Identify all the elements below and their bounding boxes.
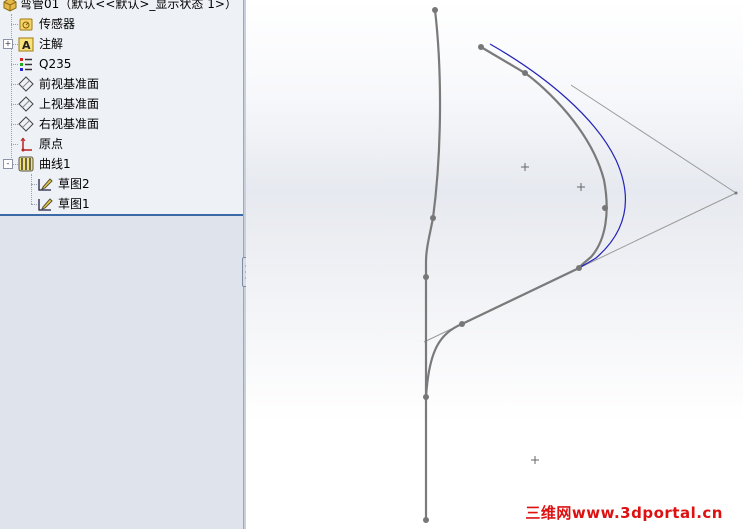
sketch-point[interactable] bbox=[423, 517, 429, 523]
center-mark-icon bbox=[531, 456, 539, 464]
tree-item-right-plane[interactable]: 右视基准面 bbox=[0, 114, 243, 134]
sketch-point[interactable] bbox=[602, 205, 608, 211]
sketch-canvas[interactable] bbox=[246, 0, 743, 529]
annotation-icon: A bbox=[18, 36, 34, 52]
tree-item-label: 前视基准面 bbox=[39, 77, 100, 91]
sensor-icon bbox=[18, 16, 34, 32]
graphics-viewport[interactable]: 三维网www.3dportal.cn bbox=[246, 0, 743, 529]
plane-icon bbox=[18, 76, 34, 92]
center-markers bbox=[521, 163, 585, 464]
sketch-point[interactable] bbox=[459, 321, 465, 327]
sketch-curve-bend[interactable] bbox=[424, 46, 608, 398]
sketch-point[interactable] bbox=[430, 215, 436, 221]
tree-item-sketch1[interactable]: 草图1 bbox=[0, 194, 243, 214]
tree-item-sensors[interactable]: 传感器 bbox=[0, 14, 243, 34]
svg-text:A: A bbox=[22, 39, 31, 52]
sketch-point[interactable] bbox=[432, 7, 438, 13]
tree-item-origin[interactable]: 原点 bbox=[0, 134, 243, 154]
collapse-toggle[interactable]: - bbox=[3, 159, 13, 169]
sketch-icon bbox=[37, 176, 53, 192]
tree-item-front-plane[interactable]: 前视基准面 bbox=[0, 74, 243, 94]
feature-manager-tree: 弯管01（默认<<默认>_显示状态 1>） 传感器 + A 注解 Q235 前视… bbox=[0, 0, 243, 529]
tree-item-top-plane[interactable]: 上视基准面 bbox=[0, 94, 243, 114]
tree-item-label: 草图1 bbox=[58, 197, 90, 211]
sketch-curve-vertical[interactable] bbox=[424, 9, 442, 520]
expand-toggle[interactable]: + bbox=[3, 39, 13, 49]
sketch-spline-blue[interactable] bbox=[489, 43, 627, 269]
tree-item-label: Q235 bbox=[39, 57, 72, 71]
material-icon bbox=[18, 56, 34, 72]
curve-feature-icon bbox=[18, 156, 34, 172]
center-mark-icon bbox=[521, 163, 529, 171]
tree-item-label: 上视基准面 bbox=[39, 97, 100, 111]
plane-icon bbox=[18, 116, 34, 132]
construction-line-upper[interactable] bbox=[570, 84, 737, 194]
tree-item-material[interactable]: Q235 bbox=[0, 54, 243, 74]
panel-divider[interactable] bbox=[0, 214, 243, 216]
tree-item-label: 原点 bbox=[39, 137, 64, 151]
tree-item-label: 草图2 bbox=[58, 177, 90, 191]
sketch-point[interactable] bbox=[522, 70, 528, 76]
tree-root-part[interactable]: 弯管01（默认<<默认>_显示状态 1>） bbox=[0, 0, 243, 14]
plane-icon bbox=[18, 96, 34, 112]
tree-item-label: 注解 bbox=[39, 37, 64, 51]
tree-root-label: 弯管01（默认<<默认>_显示状态 1>） bbox=[20, 0, 237, 11]
sketch-point[interactable] bbox=[423, 394, 429, 400]
sketch-icon bbox=[37, 196, 53, 212]
sketch-point[interactable] bbox=[423, 274, 429, 280]
tree-item-label: 传感器 bbox=[39, 17, 76, 31]
tree-item-annotations[interactable]: + A 注解 bbox=[0, 34, 243, 54]
tree-item-label: 曲线1 bbox=[39, 157, 71, 171]
center-mark-icon bbox=[577, 183, 585, 191]
tree-item-curve1[interactable]: - 曲线1 bbox=[0, 154, 243, 174]
sketch-point[interactable] bbox=[576, 265, 582, 271]
tree-item-sketch2[interactable]: 草图2 bbox=[0, 174, 243, 194]
sketch-point[interactable] bbox=[734, 191, 738, 195]
sketch-point[interactable] bbox=[478, 44, 484, 50]
tree-area: 弯管01（默认<<默认>_显示状态 1>） 传感器 + A 注解 Q235 前视… bbox=[0, 0, 243, 214]
watermark: 三维网www.3dportal.cn bbox=[525, 504, 723, 522]
origin-icon bbox=[18, 136, 34, 152]
part-icon bbox=[2, 0, 18, 12]
tree-item-label: 右视基准面 bbox=[39, 117, 100, 131]
